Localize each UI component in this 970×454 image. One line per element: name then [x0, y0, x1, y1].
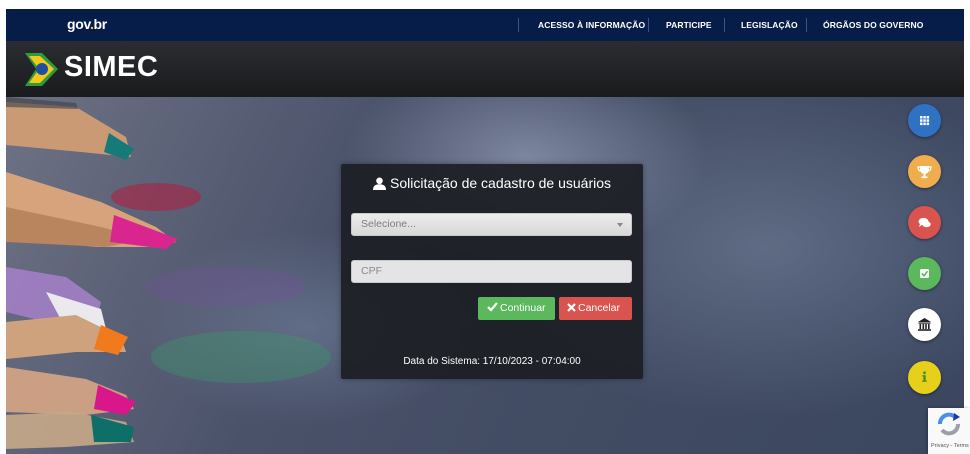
chat-icon	[918, 217, 931, 228]
cancel-button[interactable]: Cancelar	[559, 297, 632, 320]
profile-select[interactable]: Selecione...	[351, 213, 632, 236]
recaptcha-icon	[938, 412, 960, 436]
brand-bar: SIMEC	[6, 41, 964, 97]
simec-logo-text[interactable]: SIMEC	[64, 51, 158, 84]
profile-select-value: Selecione...	[361, 218, 416, 230]
institution-button[interactable]	[908, 308, 941, 341]
gov-logo-name: gov	[67, 16, 90, 32]
nav-separator	[806, 18, 807, 32]
continue-button-label: Continuar	[500, 302, 546, 314]
cancel-button-label: Cancelar	[578, 302, 621, 314]
checkbox-icon	[920, 269, 929, 278]
check-icon	[487, 302, 498, 312]
chat-button[interactable]	[908, 206, 941, 239]
continue-button[interactable]: Continuar	[478, 297, 555, 320]
user-icon	[372, 177, 386, 190]
cpf-input[interactable]: CPF	[351, 260, 632, 283]
institution-icon	[918, 318, 931, 331]
trophy-button[interactable]	[908, 155, 941, 188]
gov-top-bar: gov.br ACESSO À INFORMAÇÃO PARTICIPE LEG…	[6, 9, 964, 41]
registration-request-panel: Solicitação de cadastro de usuários Sele…	[341, 164, 643, 379]
nav-separator	[648, 18, 649, 32]
recaptcha-privacy-terms[interactable]: Privacy - Terms	[931, 443, 969, 449]
nav-link-acesso-informacao[interactable]: ACESSO À INFORMAÇÃO	[538, 20, 645, 30]
brazil-flag-logo-icon	[25, 53, 58, 86]
chevron-down-icon	[617, 223, 623, 227]
nav-link-participe[interactable]: PARTICIPE	[666, 20, 712, 30]
gov-br-logo[interactable]: gov.br	[67, 16, 107, 32]
panel-title: Solicitação de cadastro de usuários	[341, 175, 643, 191]
recaptcha-badge[interactable]: Privacy - Terms	[928, 408, 970, 454]
gov-logo-tld: br	[93, 16, 108, 32]
grid-icon	[920, 116, 930, 126]
close-icon	[567, 303, 576, 312]
nav-separator	[724, 18, 725, 32]
nav-link-orgaos-governo[interactable]: ÓRGÃOS DO GOVERNO	[823, 20, 923, 30]
trophy-icon	[917, 166, 932, 179]
info-button[interactable]	[908, 361, 941, 394]
info-icon	[922, 371, 927, 382]
system-date: Data do Sistema: 17/10/2023 - 07:04:00	[403, 356, 581, 367]
apps-button[interactable]	[908, 104, 941, 137]
nav-link-legislacao[interactable]: LEGISLAÇÃO	[741, 20, 798, 30]
panel-title-text: Solicitação de cadastro de usuários	[389, 175, 612, 191]
tasks-button[interactable]	[908, 257, 941, 290]
nav-separator	[518, 18, 519, 32]
